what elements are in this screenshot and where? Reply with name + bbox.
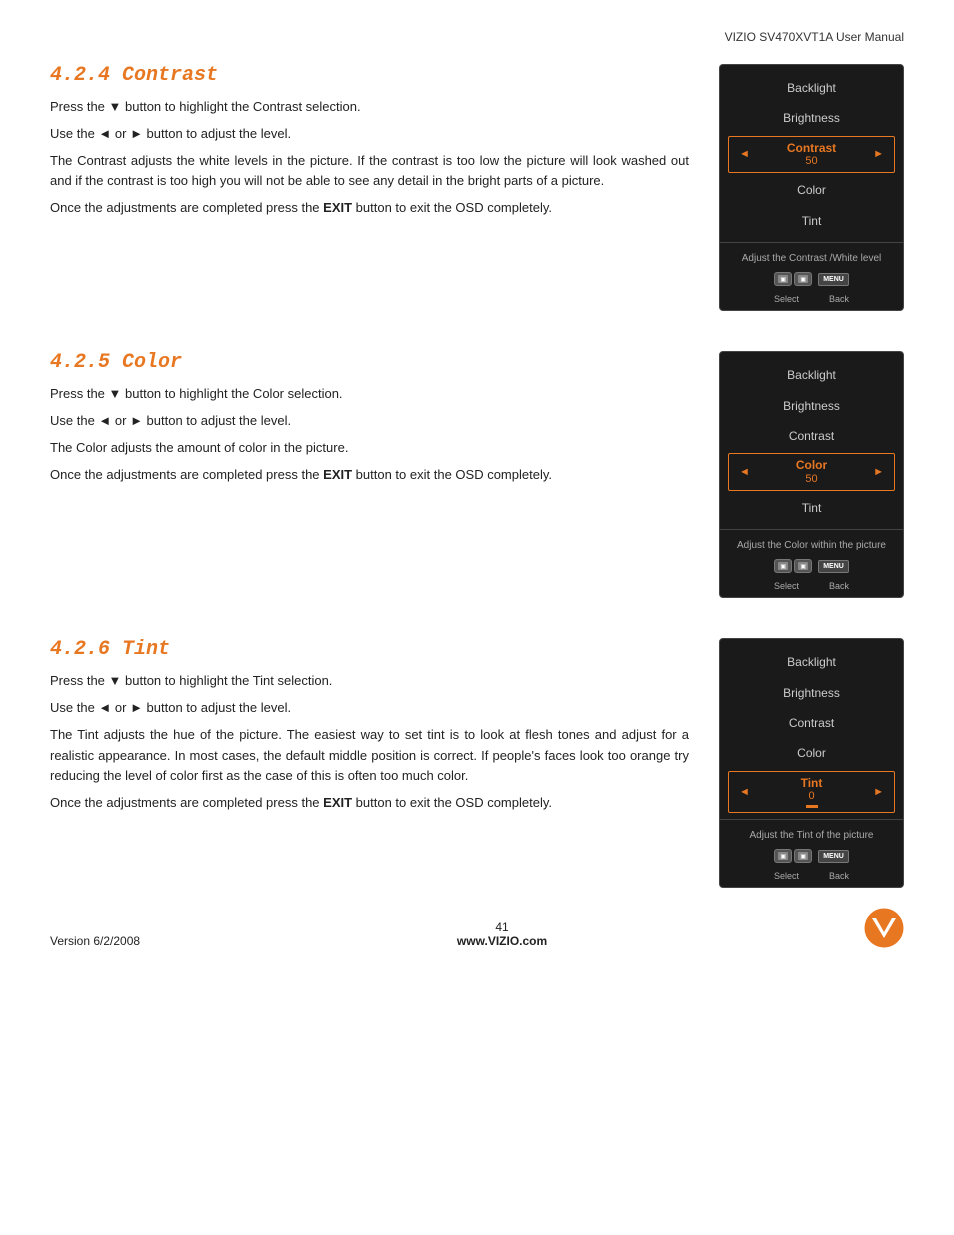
footer-page: 41 <box>140 920 864 934</box>
osd-item-color-3: Color <box>720 738 903 768</box>
osd-item-color-1: Color <box>720 175 903 205</box>
osd-item-tint-active[interactable]: ◄ Tint 0 ► <box>728 771 895 814</box>
osd-left-arrow-1[interactable]: ◄ <box>739 148 750 161</box>
osd-back-label-3: Back <box>829 871 849 881</box>
tint-indicator <box>806 805 818 808</box>
osd-active-name-3: Tint <box>801 776 823 790</box>
osd-item-brightness-2: Brightness <box>720 391 903 421</box>
osd-active-name-2: Color <box>750 458 873 472</box>
osd-menu-btn-1[interactable]: MENU <box>818 273 849 286</box>
osd-buttons-3: ▣ ▣ MENU <box>720 845 903 871</box>
osd-hint-3: Adjust the Tint of the picture <box>720 826 903 845</box>
osd-item-brightness-1: Brightness <box>720 103 903 133</box>
section-color: 4.2.5 Color Press the ▼ button to highli… <box>50 351 904 598</box>
osd-item-contrast-2: Contrast <box>720 421 903 451</box>
osd-back-label-1: Back <box>829 294 849 304</box>
heading-tint: 4.2.6 Tint <box>50 638 689 661</box>
footer-version: Version 6/2/2008 <box>50 934 140 948</box>
section-color-panel: Backlight Brightness Contrast ◄ Color 50… <box>719 351 904 598</box>
osd-item-color-active[interactable]: ◄ Color 50 ► <box>728 453 895 491</box>
osd-active-value-2: 50 <box>750 473 873 486</box>
osd-contrast: Backlight Brightness ◄ Contrast 50 ► Col… <box>719 64 904 311</box>
tint-para-3: The Tint adjusts the hue of the picture.… <box>50 725 689 787</box>
section-color-text: 4.2.5 Color Press the ▼ button to highli… <box>50 351 699 598</box>
osd-hint-2: Adjust the Color within the picture <box>720 536 903 555</box>
osd-item-backlight-3: Backlight <box>720 647 903 677</box>
osd-divider-2 <box>720 529 903 530</box>
osd-btn-labels-1: Select Back <box>720 294 903 310</box>
color-para-1: Press the ▼ button to highlight the Colo… <box>50 384 689 405</box>
heading-color: 4.2.5 Color <box>50 351 689 374</box>
osd-active-value-1: 50 <box>750 155 873 168</box>
osd-btn-group-1: ▣ ▣ <box>774 272 812 286</box>
osd-item-tint-1: Tint <box>720 206 903 236</box>
contrast-para-2: Use the ◄ or ► button to adjust the leve… <box>50 124 689 145</box>
osd-item-backlight-1: Backlight <box>720 73 903 103</box>
section-tint-panel: Backlight Brightness Contrast Color ◄ Ti… <box>719 638 904 888</box>
osd-select-btn-1b[interactable]: ▣ <box>794 272 812 286</box>
osd-menu-btn-2[interactable]: MENU <box>818 560 849 573</box>
color-para-3: The Color adjusts the amount of color in… <box>50 438 689 459</box>
osd-divider-1 <box>720 242 903 243</box>
osd-item-tint-2: Tint <box>720 493 903 523</box>
osd-left-arrow-3[interactable]: ◄ <box>739 786 750 799</box>
page-header: VIZIO SV470XVT1A User Manual <box>50 30 904 44</box>
osd-right-arrow-3[interactable]: ► <box>873 786 884 799</box>
osd-btn-group-3: ▣ ▣ <box>774 849 812 863</box>
osd-select-label-1: Select <box>774 294 799 304</box>
section-contrast-panel: Backlight Brightness ◄ Contrast 50 ► Col… <box>719 64 904 311</box>
tint-para-2: Use the ◄ or ► button to adjust the leve… <box>50 698 689 719</box>
vizio-logo-icon <box>864 908 904 948</box>
osd-item-contrast-active[interactable]: ◄ Contrast 50 ► <box>728 136 895 174</box>
osd-select-label-2: Select <box>774 581 799 591</box>
osd-active-value-3: 0 <box>808 790 814 803</box>
osd-select-btn-2[interactable]: ▣ <box>774 559 792 573</box>
osd-divider-3 <box>720 819 903 820</box>
osd-select-label-3: Select <box>774 871 799 881</box>
osd-btn-labels-3: Select Back <box>720 871 903 887</box>
osd-select-btn-1[interactable]: ▣ <box>774 272 792 286</box>
osd-btn-labels-2: Select Back <box>720 581 903 597</box>
page-footer: Version 6/2/2008 41 www.VIZIO.com <box>0 908 954 948</box>
osd-hint-1: Adjust the Contrast /White level <box>720 249 903 268</box>
osd-item-backlight-2: Backlight <box>720 360 903 390</box>
osd-active-name-1: Contrast <box>750 141 873 155</box>
osd-select-btn-3[interactable]: ▣ <box>774 849 792 863</box>
osd-left-arrow-2[interactable]: ◄ <box>739 466 750 479</box>
osd-btn-group-2: ▣ ▣ <box>774 559 812 573</box>
contrast-para-4: Once the adjustments are completed press… <box>50 198 689 219</box>
section-tint: 4.2.6 Tint Press the ▼ button to highlig… <box>50 638 904 888</box>
section-contrast: 4.2.4 Contrast Press the ▼ button to hig… <box>50 64 904 311</box>
osd-right-arrow-2[interactable]: ► <box>873 466 884 479</box>
manual-title: VIZIO SV470XVT1A User Manual <box>725 30 904 44</box>
osd-buttons-1: ▣ ▣ MENU <box>720 268 903 294</box>
osd-item-contrast-3: Contrast <box>720 708 903 738</box>
osd-back-label-2: Back <box>829 581 849 591</box>
color-para-2: Use the ◄ or ► button to adjust the leve… <box>50 411 689 432</box>
osd-color: Backlight Brightness Contrast ◄ Color 50… <box>719 351 904 598</box>
osd-tint: Backlight Brightness Contrast Color ◄ Ti… <box>719 638 904 888</box>
contrast-para-3: The Contrast adjusts the white levels in… <box>50 151 689 193</box>
tint-para-4: Once the adjustments are completed press… <box>50 793 689 814</box>
section-tint-text: 4.2.6 Tint Press the ▼ button to highlig… <box>50 638 699 888</box>
footer-website: www.VIZIO.com <box>457 934 547 948</box>
contrast-para-1: Press the ▼ button to highlight the Cont… <box>50 97 689 118</box>
osd-select-btn-2b[interactable]: ▣ <box>794 559 812 573</box>
osd-right-arrow-1[interactable]: ► <box>873 148 884 161</box>
color-para-4: Once the adjustments are completed press… <box>50 465 689 486</box>
tint-para-1: Press the ▼ button to highlight the Tint… <box>50 671 689 692</box>
osd-menu-btn-3[interactable]: MENU <box>818 850 849 863</box>
section-contrast-text: 4.2.4 Contrast Press the ▼ button to hig… <box>50 64 699 311</box>
osd-select-btn-3b[interactable]: ▣ <box>794 849 812 863</box>
heading-contrast: 4.2.4 Contrast <box>50 64 689 87</box>
osd-buttons-2: ▣ ▣ MENU <box>720 555 903 581</box>
osd-item-brightness-3: Brightness <box>720 678 903 708</box>
